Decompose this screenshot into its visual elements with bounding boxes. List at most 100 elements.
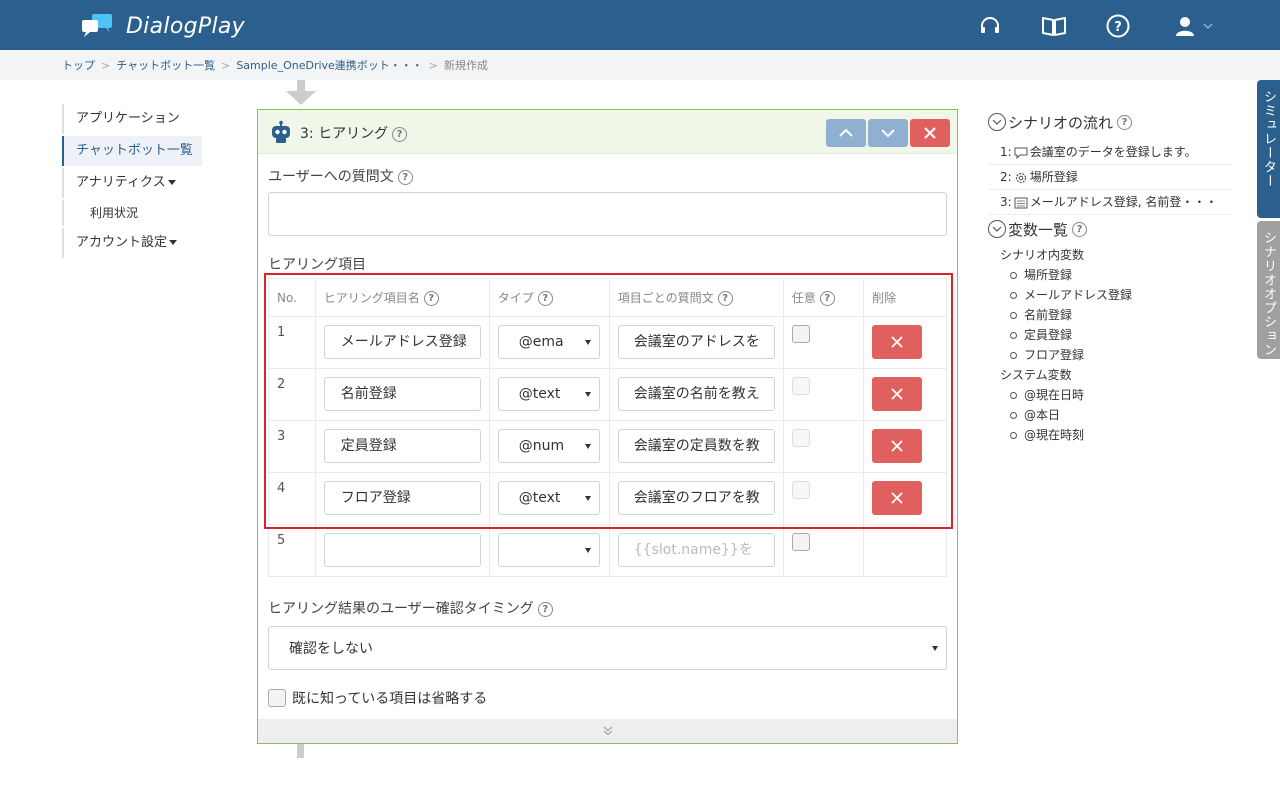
item-question-input[interactable]: 会議室の定員数を教	[617, 429, 775, 463]
variable-item[interactable]: 定員登録	[988, 325, 1233, 345]
col-no: No.	[268, 278, 316, 317]
col-type-label: タイプ	[497, 291, 534, 305]
type-select[interactable]: @text	[497, 377, 600, 411]
flow-item-num: 2:	[1000, 170, 1012, 184]
user-menu[interactable]	[1168, 12, 1218, 40]
breadcrumb: トップ > チャットボット一覧 > Sample_OneDrive連携ボット・・…	[0, 50, 1280, 80]
item-question-input[interactable]: {{slot.name}}を	[617, 533, 775, 567]
help-icon[interactable]: ?	[423, 291, 439, 306]
delete-row-button[interactable]	[872, 481, 923, 515]
col-name-label: ヒアリング項目名	[323, 291, 420, 305]
optional-checkbox[interactable]	[791, 533, 810, 551]
close-icon	[891, 336, 903, 348]
question-label-wrap: ユーザーへの質問文?	[268, 166, 413, 186]
help-icon[interactable]: ?	[1104, 12, 1132, 40]
flow-item[interactable]: 1: 会議室のデータを登録します。	[988, 140, 1233, 165]
gear-icon	[1015, 172, 1026, 183]
variable-item[interactable]: メールアドレス登録	[988, 285, 1233, 305]
robot-icon	[272, 120, 290, 143]
nav-analytics-label: アナリティクス	[76, 175, 166, 190]
optional-checkbox[interactable]	[791, 429, 810, 447]
nav-applications[interactable]: アプリケーション	[62, 104, 202, 134]
item-name-input[interactable]: 定員登録	[323, 429, 481, 463]
breadcrumb-top[interactable]: トップ	[62, 57, 95, 73]
skip-known-checkbox[interactable]	[268, 689, 286, 707]
item-question-input[interactable]: 会議室の名前を教え	[617, 377, 775, 411]
nav-account-settings[interactable]: アカウント設定	[62, 228, 202, 258]
delete-card-button[interactable]	[910, 119, 950, 147]
tab-simulator[interactable]: シミュレーター	[1257, 80, 1280, 218]
caret-down-icon	[169, 240, 178, 245]
optional-checkbox[interactable]	[791, 377, 810, 395]
collapse-icon[interactable]	[988, 220, 1006, 238]
variable-item[interactable]: @本日	[988, 405, 1233, 425]
delete-row-button[interactable]	[872, 325, 923, 359]
book-icon[interactable]	[1040, 12, 1068, 40]
confirm-label: ヒアリング結果のユーザー確認タイミング	[268, 601, 534, 617]
close-icon	[891, 492, 903, 504]
item-question-input[interactable]: 会議室のアドレスを	[617, 325, 775, 359]
variable-item[interactable]: 場所登録	[988, 265, 1233, 285]
breadcrumb-bot[interactable]: Sample_OneDrive連携ボット・・・	[236, 57, 422, 73]
nav-analytics[interactable]: アナリティクス	[62, 168, 202, 198]
dropdown-arrow-icon	[584, 340, 591, 345]
type-select-value: @num	[518, 438, 565, 454]
user-question-textarea[interactable]	[268, 192, 947, 236]
delete-row-button[interactable]	[872, 377, 923, 411]
items-label: ヒアリング項目	[268, 257, 366, 273]
flow-item-num: 3:	[1000, 195, 1012, 209]
help-icon[interactable]: ?	[392, 126, 408, 142]
table-row: 4 フロア登録 @text 会議室のフロアを教	[268, 472, 947, 525]
type-select[interactable]: @ema	[497, 325, 600, 359]
type-select[interactable]: @num	[497, 429, 600, 463]
collapse-icon[interactable]	[988, 113, 1006, 131]
question-label: ユーザーへの質問文	[268, 169, 394, 185]
flow-arrow-icon	[286, 80, 316, 105]
type-select-value: @text	[518, 386, 561, 402]
item-question-input[interactable]: 会議室のフロアを教	[617, 481, 775, 515]
help-icon[interactable]: ?	[1072, 221, 1088, 237]
optional-checkbox[interactable]	[791, 325, 810, 343]
flow-item[interactable]: 2: 場所登録	[988, 165, 1233, 190]
nav-usage[interactable]: 利用状況	[62, 200, 202, 226]
breadcrumb-chatbot-list[interactable]: チャットボット一覧	[116, 57, 215, 73]
headset-icon[interactable]	[976, 12, 1004, 40]
help-icon[interactable]: ?	[1117, 114, 1133, 130]
vars-section-header[interactable]: 変数一覧?	[988, 217, 1233, 241]
type-select[interactable]	[497, 533, 600, 567]
help-icon[interactable]: ?	[537, 601, 553, 617]
tab-scenario-options[interactable]: シナリオオプション	[1257, 221, 1280, 359]
flow-section-header[interactable]: シナリオの流れ?	[988, 110, 1233, 134]
skip-known-option[interactable]: 既に知っている項目は省略する	[268, 688, 487, 708]
item-name-input[interactable]: 名前登録	[323, 377, 481, 411]
flow-item[interactable]: 3: メールアドレス登録, 名前登・・・	[988, 190, 1233, 215]
help-icon[interactable]: ?	[819, 291, 835, 306]
app-logo[interactable]: DialogPlay	[80, 12, 245, 40]
type-select[interactable]: @text	[497, 481, 600, 515]
row-number: 5	[277, 533, 286, 548]
nav-chatbot-list[interactable]: チャットボット一覧	[62, 136, 202, 166]
variable-item[interactable]: フロア登録	[988, 345, 1233, 365]
close-icon	[891, 388, 903, 400]
confirm-timing-select[interactable]: 確認をしない	[268, 626, 947, 670]
help-icon[interactable]: ?	[717, 291, 733, 306]
svg-text:?: ?	[1114, 20, 1122, 35]
variable-item[interactable]: @現在日時	[988, 385, 1233, 405]
variable-item[interactable]: 名前登録	[988, 305, 1233, 325]
row-number: 4	[277, 481, 286, 496]
top-header: DialogPlay ?	[0, 0, 1280, 50]
move-up-button[interactable]	[826, 119, 866, 147]
close-icon	[924, 127, 936, 139]
item-name-input[interactable]: メールアドレス登録	[323, 325, 481, 359]
item-name-input[interactable]	[323, 533, 481, 567]
delete-row-button[interactable]	[872, 429, 923, 463]
card-expand-toggle[interactable]	[258, 719, 957, 743]
help-icon[interactable]: ?	[397, 169, 413, 185]
row-number: 2	[277, 377, 286, 392]
variable-item[interactable]: @現在時刻	[988, 425, 1233, 445]
col-question-label: 項目ごとの質問文	[617, 291, 714, 305]
item-name-input[interactable]: フロア登録	[323, 481, 481, 515]
help-icon[interactable]: ?	[537, 291, 553, 306]
move-down-button[interactable]	[868, 119, 908, 147]
optional-checkbox[interactable]	[791, 481, 810, 499]
